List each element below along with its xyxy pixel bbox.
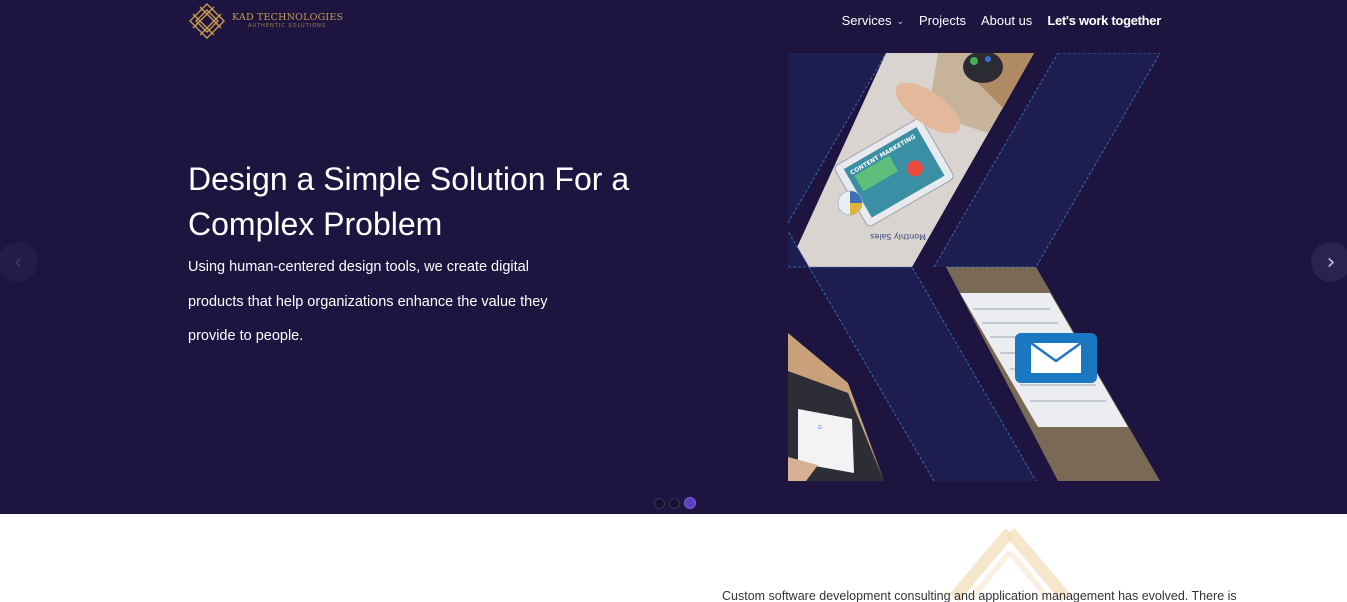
main-nav: Services ⌄ Projects About us Let's work … [842, 13, 1162, 28]
nav-about[interactable]: About us [981, 13, 1032, 28]
nav-services-label: Services [841, 13, 892, 28]
hero-subtext-line3: provide to people. [188, 328, 304, 344]
nav-services[interactable]: Services ⌄ [842, 13, 904, 28]
nav-cta-work-together[interactable]: Let's work together [1047, 13, 1161, 28]
logo-diamond-icon [189, 3, 225, 39]
paper-text: Monthly Sales [870, 232, 926, 241]
logo-name: KAD TECHNOLOGIES [232, 11, 344, 23]
brand-logo[interactable]: KAD TECHNOLOGIES AUTHENTIC SOLUTIONS [188, 2, 343, 40]
carousel-dots [654, 497, 696, 509]
carousel-dot-1[interactable] [654, 497, 665, 509]
chevron-down-icon: ⌄ [896, 15, 905, 26]
carousel-dot-2[interactable] [669, 497, 680, 509]
hero-image-collage: CONTENT MARKETING Monthly Sales G [788, 53, 1160, 481]
hero-subtext-line1: Using human-centered design tools, we cr… [188, 259, 529, 275]
hero-subtext: Using human-centered design tools, we cr… [188, 250, 588, 354]
carousel-next-button[interactable]: › [1311, 242, 1347, 282]
hero-headline-line1: Design a Simple Solution For a [188, 161, 630, 197]
hero-section: KAD TECHNOLOGIES AUTHENTIC SOLUTIONS Ser… [0, 0, 1347, 514]
carousel-prev-button[interactable]: ‹ [0, 242, 38, 282]
carousel-dot-3[interactable] [684, 497, 696, 509]
nav-projects[interactable]: Projects [919, 13, 966, 28]
logo-tagline: AUTHENTIC SOLUTIONS [248, 23, 327, 30]
services-intro-text: Custom software development consulting a… [722, 589, 1237, 602]
hero-subtext-line2: products that help organizations enhance… [188, 293, 548, 310]
svg-text:G: G [818, 425, 822, 431]
hero-headline-line2: Complex Problem [188, 206, 443, 242]
hero-headline: Design a Simple Solution For a Complex P… [188, 157, 688, 247]
